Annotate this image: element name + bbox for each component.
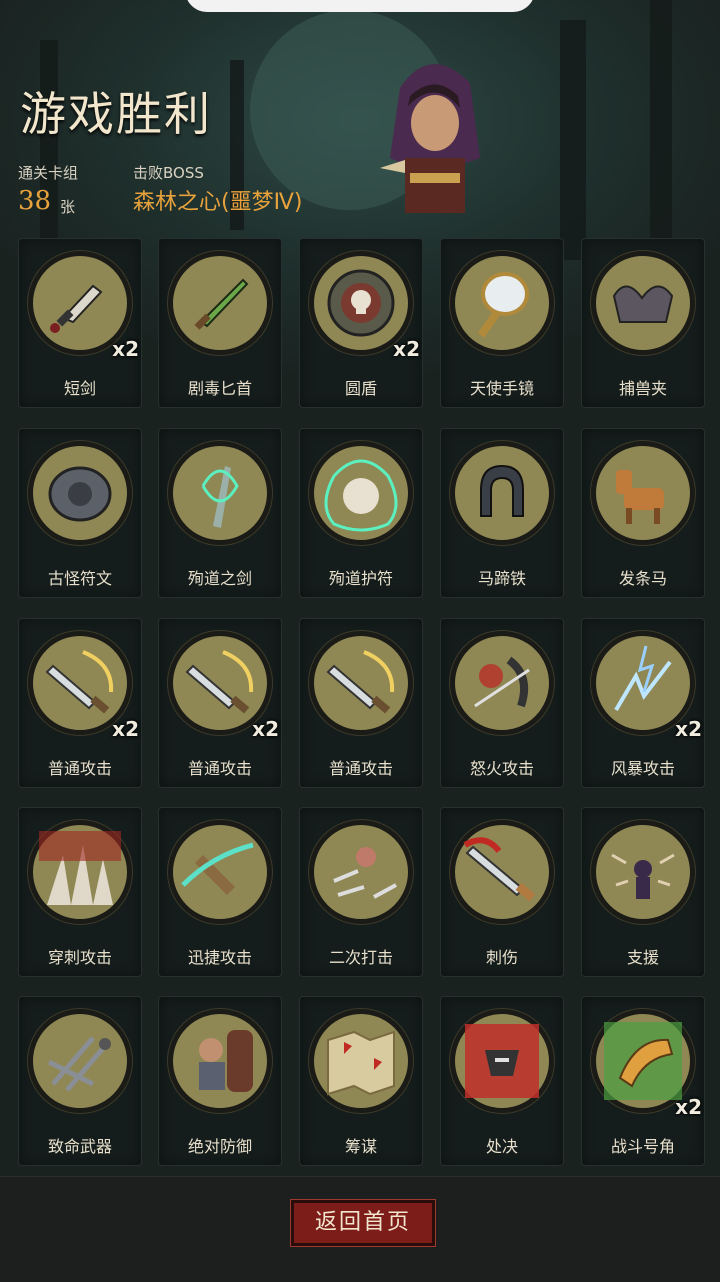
card-name: 普通攻击 [47, 759, 112, 778]
card-name: 殉道之剑 [187, 569, 252, 588]
deck-card[interactable]: 怒火攻击 [440, 618, 564, 788]
deck-card[interactable]: 马蹄铁 [440, 428, 564, 598]
card-name: 二次打击 [328, 948, 393, 967]
horseshoe-icon [450, 441, 554, 545]
deck-card[interactable]: 二次打击 [299, 807, 423, 977]
deck-card[interactable]: x2 战斗号角 [581, 996, 705, 1166]
poison-dagger-icon [168, 251, 272, 355]
deck-card[interactable]: 支援 [581, 807, 705, 977]
deck-card[interactable]: x2 风暴攻击 [581, 618, 705, 788]
card-name: 圆盾 [344, 379, 377, 398]
scheme-map-icon [309, 1009, 413, 1113]
rage-attack-icon [450, 631, 554, 735]
card-quantity-badge: x2 [252, 717, 279, 741]
card-name: 迅捷攻击 [187, 948, 252, 967]
double-strike-icon [309, 820, 413, 924]
card-name: 剧毒匕首 [187, 379, 252, 398]
hand-mirror-icon [450, 251, 554, 355]
card-name: 支援 [626, 948, 659, 967]
deck-card[interactable]: 迅捷攻击 [158, 807, 282, 977]
deck-card[interactable]: x2 圆盾 [299, 238, 423, 408]
stab-icon [450, 820, 554, 924]
card-name: 普通攻击 [328, 759, 393, 778]
pierce-attack-icon [28, 820, 132, 924]
bear-trap-icon [591, 251, 695, 355]
card-name: 致命武器 [47, 1137, 112, 1156]
deck-card[interactable]: 剧毒匕首 [158, 238, 282, 408]
card-name: 捕兽夹 [618, 379, 667, 398]
deck-card[interactable]: 穿刺攻击 [18, 807, 142, 977]
card-name: 筹谋 [344, 1137, 377, 1156]
card-name: 殉道护符 [328, 569, 393, 588]
deck-card[interactable]: x2 短剑 [18, 238, 142, 408]
card-name: 普通攻击 [187, 759, 252, 778]
card-name: 战斗号角 [610, 1137, 675, 1156]
card-name: 怒火攻击 [469, 759, 534, 778]
deck-card[interactable]: 天使手镜 [440, 238, 564, 408]
card-name: 处决 [485, 1137, 518, 1156]
martyr-sword-icon [168, 441, 272, 545]
deck-card[interactable]: 殉道护符 [299, 428, 423, 598]
card-name: 穿刺攻击 [47, 948, 112, 967]
card-quantity-badge: x2 [112, 717, 139, 741]
card-name: 刺伤 [485, 948, 518, 967]
boss-label: 击败BOSS [133, 164, 204, 182]
deck-card[interactable]: 处决 [440, 996, 564, 1166]
tree-silhouette [560, 20, 586, 260]
card-name: 古怪符文 [47, 569, 112, 588]
deck-unit: 张 [60, 198, 76, 216]
card-name: 风暴攻击 [610, 759, 675, 778]
hooded-hero-portrait [380, 64, 480, 213]
deck-card[interactable]: 殉道之剑 [158, 428, 282, 598]
card-quantity-badge: x2 [393, 337, 420, 361]
deck-card[interactable]: x2 普通攻击 [18, 618, 142, 788]
page-title: 游戏胜利 [20, 87, 212, 141]
deck-card[interactable]: x2 普通攻击 [158, 618, 282, 788]
deck-card[interactable]: 捕兽夹 [581, 238, 705, 408]
deck-card[interactable]: 发条马 [581, 428, 705, 598]
support-icon [591, 820, 695, 924]
card-quantity-badge: x2 [675, 717, 702, 741]
card-name: 发条马 [618, 569, 667, 588]
card-name: 马蹄铁 [477, 569, 526, 588]
deck-card[interactable]: 绝对防御 [158, 996, 282, 1166]
card-name: 绝对防御 [187, 1137, 252, 1156]
card-name: 短剑 [63, 379, 96, 398]
boss-name: 森林之心(噩梦Ⅳ) [133, 190, 303, 215]
martyr-amulet-icon [309, 441, 413, 545]
back-home-button[interactable]: 返回首页 [291, 1200, 435, 1246]
deadly-weapons-icon [28, 1009, 132, 1113]
deck-card[interactable]: 刺伤 [440, 807, 564, 977]
card-name: 天使手镜 [469, 379, 534, 398]
clockwork-horse-icon [591, 441, 695, 545]
execution-icon [450, 1009, 554, 1113]
absolute-defense-icon [168, 1009, 272, 1113]
swift-attack-icon [168, 820, 272, 924]
deck-label: 通关卡组 [18, 164, 79, 182]
sword-slash-icon [309, 631, 413, 735]
rune-stone-icon [28, 441, 132, 545]
tree-silhouette [650, 0, 672, 260]
top-status-pill [185, 0, 535, 12]
deck-card[interactable]: 筹谋 [299, 996, 423, 1166]
card-quantity-badge: x2 [675, 1095, 702, 1119]
card-quantity-badge: x2 [112, 337, 139, 361]
deck-card[interactable]: 普通攻击 [299, 618, 423, 788]
deck-card[interactable]: 致命武器 [18, 996, 142, 1166]
deck-count: 38 [18, 186, 52, 216]
deck-card[interactable]: 古怪符文 [18, 428, 142, 598]
